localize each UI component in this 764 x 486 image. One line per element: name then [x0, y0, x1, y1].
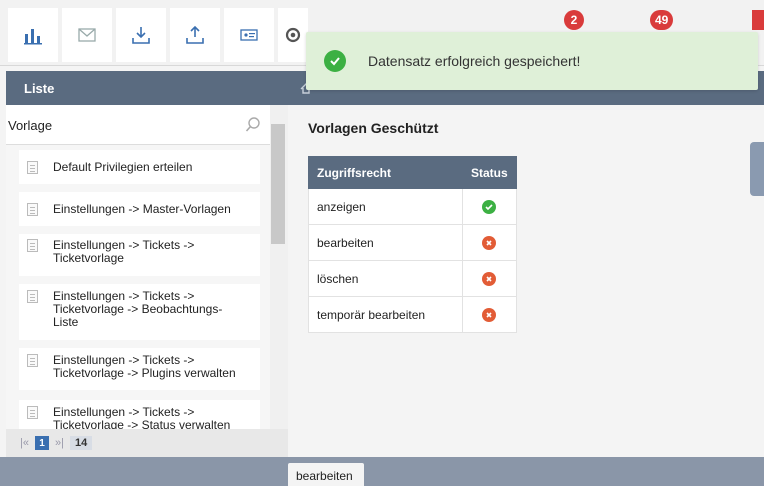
download-icon [132, 27, 150, 44]
list-item-label: Einstellungen -> Tickets -> Ticketvorlag… [53, 405, 231, 430]
table-row: anzeigen [308, 188, 517, 225]
toast-message: Datensatz erfolgreich gespeichert! [368, 53, 581, 69]
settings-button[interactable] [278, 8, 308, 62]
notification-badge[interactable]: 2 [564, 10, 584, 30]
check-circle-icon[interactable] [482, 199, 497, 214]
download-button[interactable] [116, 8, 166, 62]
column-header-right: Zugriffsrecht [308, 156, 463, 189]
last-page-icon[interactable]: »| [55, 437, 64, 449]
mail-icon [78, 28, 96, 42]
cross-circle-icon[interactable] [482, 235, 497, 250]
current-page[interactable]: 1 [34, 436, 49, 450]
alert-indicator[interactable] [752, 10, 764, 30]
document-icon [27, 406, 38, 419]
column-header-status: Status [462, 156, 517, 189]
message-badge[interactable]: 49 [650, 10, 674, 30]
page-title: Vorlagen Geschützt [308, 120, 439, 136]
search-input[interactable]: Vorlage [6, 105, 270, 145]
upload-button[interactable] [170, 8, 220, 62]
list-item[interactable]: Einstellungen -> Tickets -> Ticketvorlag… [19, 284, 260, 340]
upload-icon [186, 25, 204, 44]
list-item[interactable]: Einstellungen -> Master-Vorlagen [19, 192, 260, 226]
id-card-icon [240, 29, 258, 41]
document-icon [27, 239, 38, 252]
gear-icon [285, 27, 301, 43]
cross-circle-icon[interactable] [482, 271, 497, 286]
list-panel-header: Liste [6, 71, 288, 105]
list-item[interactable]: Einstellungen -> Tickets -> Ticketvorlag… [19, 400, 260, 429]
permissions-table: Zugriffsrecht Status anzeigen bearbeiten… [308, 156, 517, 333]
cross-circle-icon[interactable] [482, 307, 497, 322]
document-icon [27, 354, 38, 367]
right-cell: temporär bearbeiten [308, 296, 463, 333]
right-cell: löschen [308, 260, 463, 297]
tab-bearbeiten[interactable]: bearbeiten [288, 463, 364, 486]
mail-button[interactable] [62, 8, 112, 62]
check-circle-icon [324, 50, 346, 72]
list-item-label: Einstellungen -> Tickets -> Ticketvorlag… [53, 353, 236, 380]
status-cell[interactable] [462, 224, 517, 261]
document-icon [27, 160, 38, 174]
search-icon[interactable] [244, 116, 262, 134]
status-cell[interactable] [462, 260, 517, 297]
status-cell[interactable] [462, 296, 517, 333]
table-row: temporär bearbeiten [308, 296, 517, 333]
bottom-bar [0, 457, 764, 486]
list-item[interactable]: Einstellungen -> Tickets -> Ticketvorlag… [19, 348, 260, 390]
id-card-button[interactable] [224, 8, 274, 62]
list-item[interactable]: Einstellungen -> Tickets -> Ticketvorlag… [19, 234, 260, 276]
list-item[interactable]: Default Privilegien erteilen [19, 150, 260, 184]
template-list: Default Privilegien erteilen Einstellung… [6, 145, 270, 429]
status-cell[interactable] [462, 188, 517, 225]
list-item-label: Einstellungen -> Master-Vorlagen [53, 201, 231, 216]
list-item-label: Einstellungen -> Tickets -> Ticketvorlag… [53, 289, 223, 329]
right-cell: anzeigen [308, 188, 463, 225]
scrollbar-thumb[interactable] [271, 124, 285, 244]
list-item-label: Default Privilegien erteilen [53, 159, 193, 174]
success-toast: Datensatz erfolgreich gespeichert! [306, 32, 758, 90]
bar-chart-icon [24, 29, 42, 45]
document-icon [27, 290, 38, 303]
right-cell: bearbeiten [308, 224, 463, 261]
pagination: |« 1 »| 14 [6, 429, 288, 457]
table-row: löschen [308, 260, 517, 297]
total-pages: 14 [69, 436, 93, 450]
list-item-label: Einstellungen -> Tickets -> Ticketvorlag… [53, 238, 195, 265]
table-row: bearbeiten [308, 224, 517, 261]
document-icon [27, 202, 38, 216]
first-page-icon[interactable]: |« [20, 437, 29, 449]
statistics-button[interactable] [8, 8, 58, 62]
side-panel-tab[interactable] [750, 142, 764, 196]
